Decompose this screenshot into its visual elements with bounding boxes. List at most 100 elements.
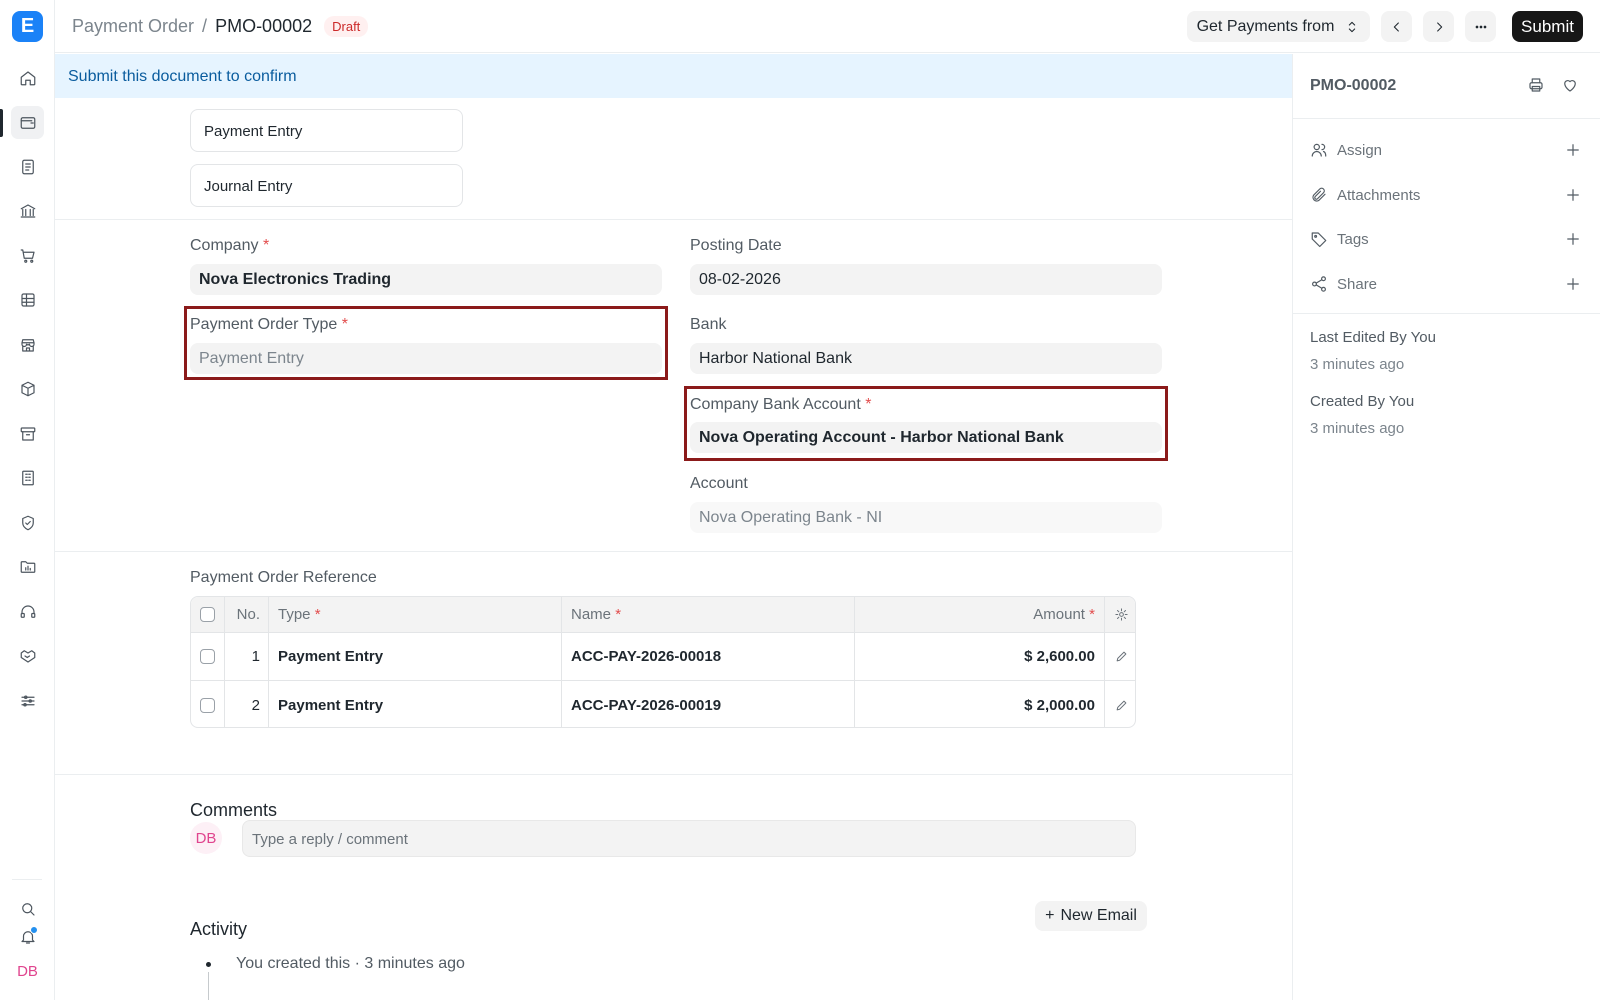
link-journal-entry[interactable]: Journal Entry <box>190 164 463 207</box>
sidebar-doc-title: PMO-00002 <box>1310 77 1397 94</box>
sidebar-assign[interactable]: Assign <box>1310 139 1582 161</box>
status-badge: Draft <box>324 16 369 37</box>
row-name[interactable]: ACC-PAY-2026-00019 <box>562 681 855 727</box>
sliders-icon[interactable] <box>11 684 44 717</box>
posting-date-label: Posting Date <box>690 237 782 254</box>
table-header: No. Type * Name * Amount * <box>191 597 1135 633</box>
activity-item: You created this · 3 minutes ago <box>236 955 465 972</box>
home-icon[interactable] <box>11 61 44 94</box>
archive-icon[interactable] <box>11 417 44 450</box>
new-email-label: New Email <box>1060 907 1137 924</box>
print-icon[interactable] <box>1527 76 1547 96</box>
sidebar-tags-label: Tags <box>1337 230 1369 248</box>
main-content: Payment Entry Journal Entry Company * No… <box>55 98 1292 1000</box>
row-edit-button[interactable] <box>1105 633 1135 680</box>
users-icon <box>1311 143 1327 157</box>
timeline-line <box>208 972 209 1000</box>
row-amount[interactable]: $ 2,600.00 <box>855 633 1105 680</box>
plus-icon[interactable] <box>1564 141 1582 159</box>
cart-icon[interactable] <box>11 239 44 272</box>
pencil-icon <box>1116 700 1126 710</box>
banner-text: Submit this document to confirm <box>68 68 297 85</box>
table-row[interactable]: 2 Payment Entry ACC-PAY-2026-00019 $ 2,0… <box>191 681 1135 727</box>
company-field[interactable]: Nova Electronics Trading <box>190 264 662 295</box>
row-name[interactable]: ACC-PAY-2026-00018 <box>562 633 855 680</box>
package-icon[interactable] <box>11 372 44 405</box>
get-payments-from-label: Get Payments from <box>1196 17 1335 35</box>
headset-icon[interactable] <box>11 595 44 628</box>
payment-order-type-label: Payment Order Type * <box>190 316 349 333</box>
sidebar-tags[interactable]: Tags <box>1310 228 1582 250</box>
sidebar-attachments-label: Attachments <box>1337 186 1421 204</box>
previous-button[interactable] <box>1381 11 1412 42</box>
row-no: 2 <box>225 681 269 727</box>
select-all-checkbox[interactable] <box>200 607 215 622</box>
folder-chart-icon[interactable] <box>11 550 44 583</box>
next-button[interactable] <box>1423 11 1454 42</box>
timeline-dot <box>206 962 211 967</box>
comment-input[interactable]: Type a reply / comment <box>242 820 1136 857</box>
company-bank-account-field[interactable]: Nova Operating Account - Harbor National… <box>690 422 1162 453</box>
page-title: PMO-00002 <box>215 16 313 36</box>
sidebar-attachments[interactable]: Attachments <box>1310 184 1582 206</box>
app-root: E DB Payment Order / PMO-00002 Draft Get… <box>0 0 1600 1000</box>
submit-button[interactable]: Submit <box>1512 11 1583 42</box>
sidebar-share-label: Share <box>1337 275 1378 293</box>
submit-banner: Submit this document to confirm <box>55 54 1292 98</box>
building-icon[interactable] <box>11 461 44 494</box>
plus-icon[interactable] <box>1564 186 1582 204</box>
wallet-icon[interactable] <box>11 106 44 139</box>
column-settings-button[interactable] <box>1105 597 1135 632</box>
row-select-cell <box>191 633 225 680</box>
share-icon <box>1312 276 1326 292</box>
link-payment-entry[interactable]: Payment Entry <box>190 109 463 152</box>
comments-title: Comments <box>190 800 278 820</box>
plus-icon[interactable] <box>1564 275 1582 293</box>
get-payments-from-dropdown[interactable]: Get Payments from <box>1187 11 1370 42</box>
notification-dot <box>30 926 38 934</box>
bank-label: Bank <box>690 316 727 333</box>
rail-divider <box>12 879 42 880</box>
row-checkbox[interactable] <box>200 697 215 713</box>
select-all-cell <box>191 597 225 632</box>
paperclip-icon <box>1312 187 1326 202</box>
row-edit-button[interactable] <box>1105 681 1135 727</box>
row-checkbox[interactable] <box>200 649 215 664</box>
row-type[interactable]: Payment Entry <box>269 681 562 727</box>
chevron-updown-icon <box>1349 21 1356 32</box>
reference-table-title: Payment Order Reference <box>190 569 377 586</box>
row-type[interactable]: Payment Entry <box>269 633 562 680</box>
row-no: 1 <box>225 633 269 680</box>
sidebar-divider <box>1293 313 1600 314</box>
section-divider <box>55 774 1292 775</box>
bank-field[interactable]: Harbor National Bank <box>690 343 1162 374</box>
col-no: No. <box>225 597 269 632</box>
row-select-cell <box>191 681 225 727</box>
table-icon[interactable] <box>11 283 44 316</box>
tag-icon <box>1311 232 1327 248</box>
heart-icon[interactable] <box>1561 76 1581 96</box>
handshake-icon[interactable] <box>11 639 44 672</box>
shield-icon[interactable] <box>11 506 44 539</box>
posting-date-field[interactable]: 08-02-2026 <box>690 264 1162 295</box>
store-icon[interactable] <box>11 328 44 361</box>
created-time: 3 minutes ago <box>1310 420 1405 437</box>
bank-icon[interactable] <box>11 194 44 227</box>
table-row[interactable]: 1 Payment Entry ACC-PAY-2026-00018 $ 2,6… <box>191 633 1135 681</box>
new-email-button[interactable]: + New Email <box>1035 901 1147 931</box>
rail-active-indicator <box>0 109 3 137</box>
row-amount[interactable]: $ 2,000.00 <box>855 681 1105 727</box>
account-label: Account <box>690 475 748 492</box>
payment-order-type-field[interactable]: Payment Entry <box>190 343 662 374</box>
breadcrumb-parent[interactable]: Payment Order <box>72 16 194 37</box>
plus-icon[interactable] <box>1564 230 1582 248</box>
gear-icon <box>1114 608 1128 621</box>
app-logo[interactable]: E <box>12 11 43 42</box>
left-rail: E DB <box>0 0 55 1000</box>
more-actions-button[interactable] <box>1465 11 1496 42</box>
bell-icon[interactable] <box>11 920 44 953</box>
user-avatar[interactable]: DB <box>11 955 44 988</box>
section-divider <box>55 551 1292 552</box>
file-text-icon[interactable] <box>11 150 44 183</box>
sidebar-share[interactable]: Share <box>1310 273 1582 295</box>
